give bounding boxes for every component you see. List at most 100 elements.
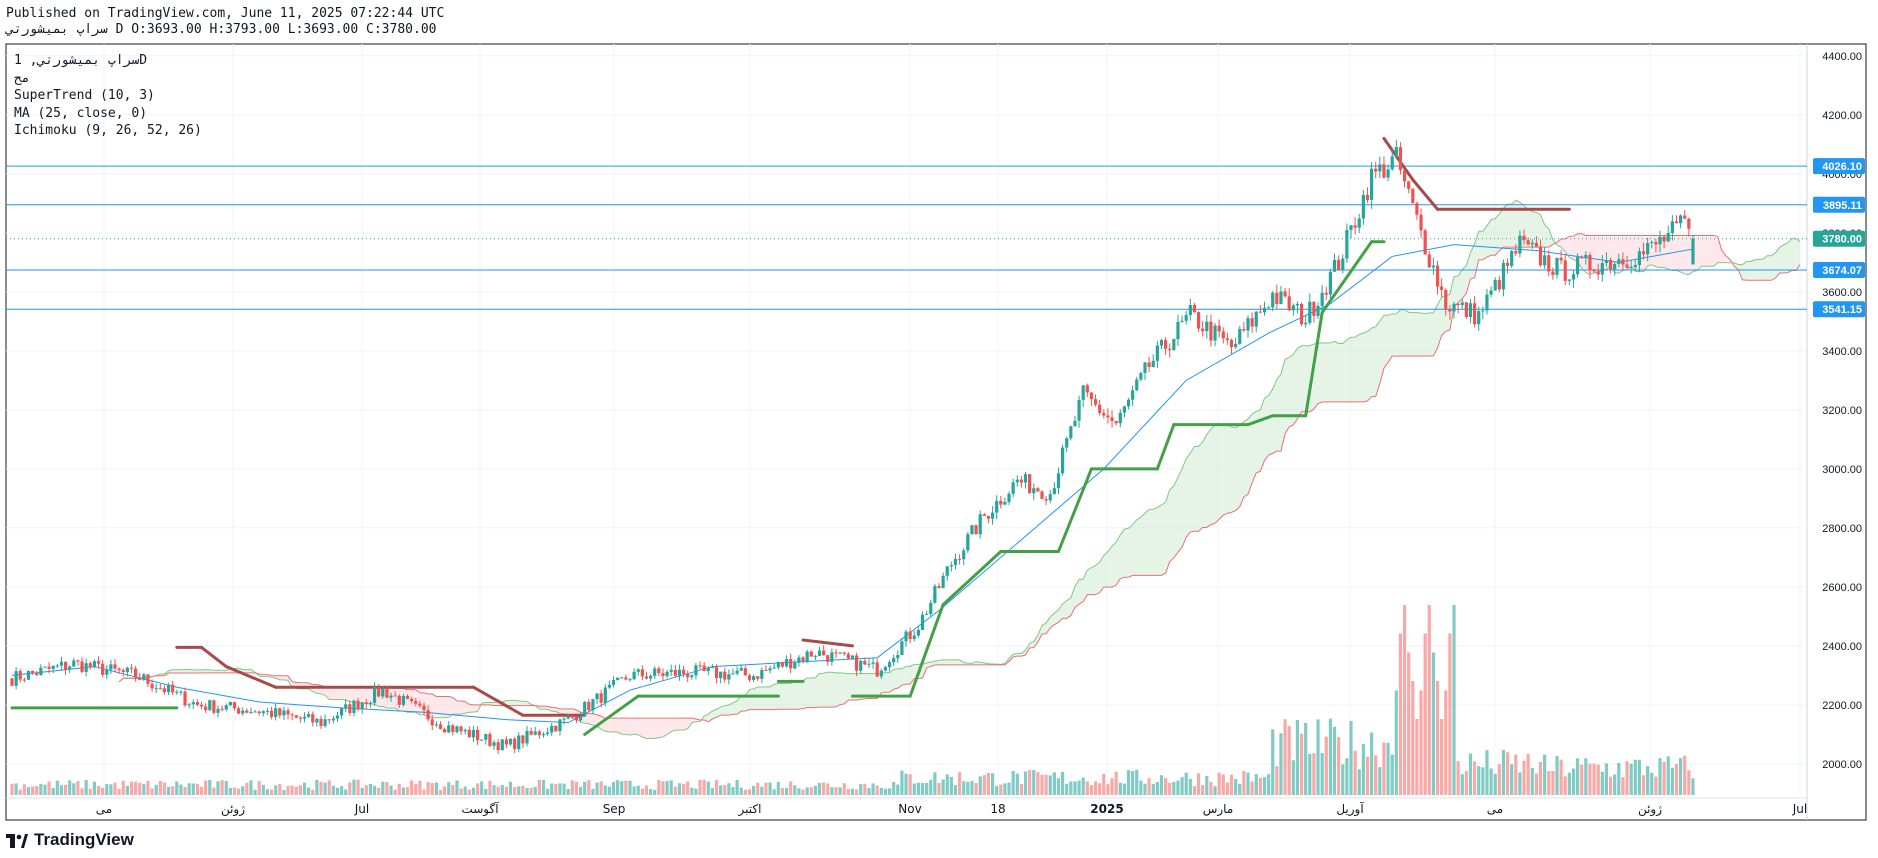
candle-body[interactable] [14,671,18,686]
candle-body[interactable] [195,702,199,705]
candle-body[interactable] [1670,221,1674,233]
candle-body[interactable] [393,695,397,697]
candle-body[interactable] [1580,257,1584,259]
candle-body[interactable] [1304,322,1308,325]
candle-body[interactable] [1687,218,1691,229]
candle-body[interactable] [348,704,352,714]
candle-body[interactable] [859,660,863,671]
candle-body[interactable] [949,565,953,567]
candle-body[interactable] [323,719,327,727]
candle-body[interactable] [731,673,735,675]
candle-body[interactable] [290,714,294,716]
candle-body[interactable] [681,669,686,675]
candle-body[interactable] [1044,498,1048,501]
candle-body[interactable] [908,631,912,639]
candle-body[interactable] [134,668,138,678]
candle-body[interactable] [508,738,513,745]
candle-body[interactable] [1143,362,1147,373]
candle-body[interactable] [570,716,574,718]
candle-body[interactable] [335,715,340,719]
candle-body[interactable] [1324,292,1328,295]
candle-body[interactable] [1126,399,1131,407]
candle-body[interactable] [1571,274,1576,280]
candle-body[interactable] [747,675,752,680]
candle-body[interactable] [352,700,356,714]
candle-body[interactable] [39,667,43,676]
candle-body[interactable] [1291,305,1295,311]
candle-body[interactable] [1526,240,1530,245]
candle-body[interactable] [488,734,492,746]
candle-body[interactable] [912,635,916,639]
candle-body[interactable] [311,714,315,723]
candle-body[interactable] [138,677,142,680]
candle-body[interactable] [171,684,175,693]
candle-body[interactable] [686,674,690,678]
candle-body[interactable] [669,669,673,672]
candle-body[interactable] [1196,312,1201,329]
candle-body[interactable] [1205,321,1209,332]
candle-body[interactable] [958,558,962,560]
candle-body[interactable] [1102,413,1106,416]
candle-body[interactable] [933,586,937,603]
candle-body[interactable] [1411,188,1415,204]
candle-body[interactable] [1646,243,1650,255]
candle-body[interactable] [1085,385,1089,393]
candle-body[interactable] [1262,307,1267,313]
candle-body[interactable] [809,651,813,657]
candle-body[interactable] [1073,420,1077,427]
candle-body[interactable] [826,655,830,662]
candle-body[interactable] [1505,262,1510,266]
candle-body[interactable] [113,664,117,669]
candle-body[interactable] [191,702,195,705]
candle-body[interactable] [455,726,459,733]
candle-body[interactable] [900,641,904,656]
candle-body[interactable] [1435,265,1440,287]
candle-body[interactable] [1234,343,1238,348]
candle-body[interactable] [649,675,653,679]
candle-body[interactable] [974,525,978,535]
candle-body[interactable] [1538,246,1543,266]
candle-body[interactable] [1093,399,1098,405]
candle-body[interactable] [620,677,624,679]
candle-body[interactable] [228,702,232,706]
candle-body[interactable] [1530,242,1534,245]
candle-body[interactable] [175,691,179,693]
candle-body[interactable] [385,688,389,698]
candle-body[interactable] [925,613,929,615]
candle-body[interactable] [146,674,150,684]
candle-body[interactable] [558,719,562,732]
candle-body[interactable] [995,500,999,513]
candle-body[interactable] [18,671,22,680]
candle-body[interactable] [484,734,488,740]
candle-body[interactable] [1056,473,1061,489]
candle-body[interactable] [978,514,982,535]
candle-body[interactable] [780,662,785,667]
candle-body[interactable] [1159,340,1164,346]
candle-body[interactable] [414,701,418,704]
candle-body[interactable] [583,701,587,717]
candle-body[interactable] [1485,294,1489,311]
candle-body[interactable] [1625,264,1629,268]
candle-body[interactable] [1036,488,1040,492]
candle-body[interactable] [1242,328,1246,331]
candle-body[interactable] [1135,379,1139,391]
candle-body[interactable] [1287,296,1291,311]
candle-body[interactable] [1600,263,1604,275]
candle-body[interactable] [1065,438,1069,448]
candle-body[interactable] [525,731,529,744]
candle-body[interactable] [1312,301,1316,316]
candle-body[interactable] [1172,339,1176,350]
candle-body[interactable] [1555,257,1559,275]
candle-body[interactable] [204,706,208,711]
candle-body[interactable] [661,673,665,677]
candle-body[interactable] [554,725,558,732]
candle-body[interactable] [179,691,183,693]
candle-body[interactable] [562,718,566,720]
candle-body[interactable] [1419,214,1423,231]
candle-body[interactable] [1341,258,1345,271]
candle-body[interactable] [892,658,896,663]
candle-body[interactable] [451,725,455,733]
candle-body[interactable] [1576,257,1580,275]
candle-body[interactable] [904,631,908,642]
candle-body[interactable] [307,714,311,717]
